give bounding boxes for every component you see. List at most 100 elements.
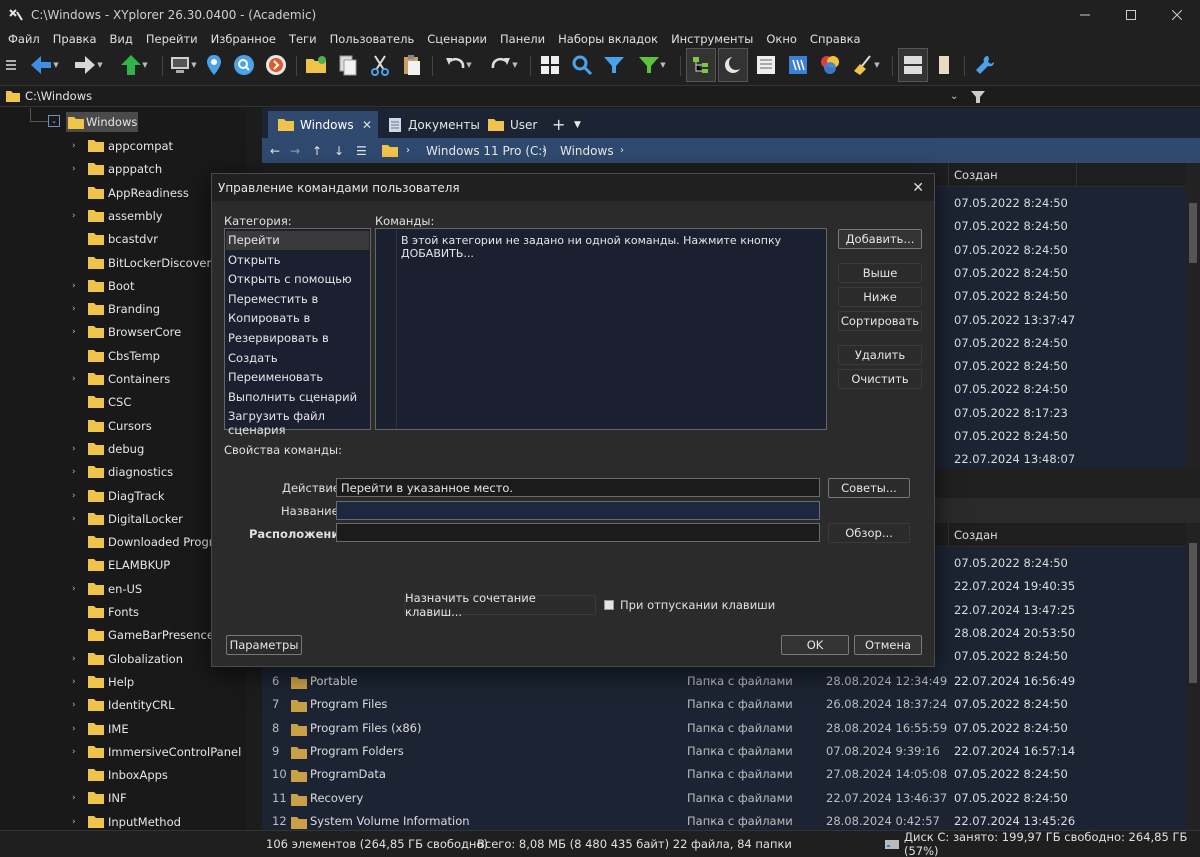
tree-item[interactable]: GameBarPresenceWr (0, 624, 246, 647)
location-field[interactable] (336, 523, 820, 542)
tree-item[interactable]: › BrowserCore (0, 321, 246, 344)
commands-list[interactable]: В этой категории не задано ни одной кома… (375, 228, 827, 430)
on-key-release-checkbox[interactable] (604, 600, 614, 610)
table-row[interactable]: 10 ProgramData Папка с файлами 27.08.2024 1… (262, 765, 1186, 788)
parameters-button[interactable]: Параметры (226, 635, 302, 655)
tree-item[interactable]: › IME (0, 718, 246, 741)
tree-item[interactable]: › INF (0, 787, 246, 810)
chevron-right-icon[interactable]: › (72, 211, 76, 221)
up-button[interactable]: ▼ (114, 48, 154, 82)
add-button[interactable]: Добавить... (838, 229, 922, 249)
action-field[interactable]: Перейти в указанное место. (336, 478, 820, 497)
assign-hotkey-button[interactable]: Назначить сочетание клавиш... (404, 591, 596, 619)
tree-item[interactable]: Fonts (0, 601, 246, 624)
category-item[interactable]: Резервировать в (228, 331, 329, 345)
tree-item[interactable]: › DiagTrack (0, 485, 246, 508)
new-folder-button[interactable] (302, 48, 330, 82)
close-window-button[interactable] (1154, 0, 1200, 30)
tree-item[interactable]: › ImmersiveControlPanel (0, 741, 246, 764)
tree-item[interactable]: BitLockerDiscoveryVo (0, 252, 246, 275)
menu-view[interactable]: Вид (110, 32, 133, 46)
clear-button[interactable]: Очистить (838, 369, 922, 389)
chevron-right-icon[interactable]: › (72, 747, 76, 757)
table-row[interactable]: 9 Program Folders Папка с файлами 07.08.202… (262, 742, 1186, 765)
report-button[interactable] (752, 48, 780, 82)
menu-tools[interactable]: Инструменты (671, 32, 753, 46)
chevron-right-icon[interactable]: › (72, 700, 76, 710)
chevron-right-icon[interactable]: › (72, 491, 76, 501)
category-item[interactable]: Создать (228, 351, 278, 365)
tree-item[interactable]: InboxApps (0, 764, 246, 787)
visual-filter-button[interactable]: ▼ (632, 48, 672, 82)
menu-tags[interactable]: Теги (289, 32, 317, 46)
chevron-right-icon[interactable]: › (72, 514, 76, 524)
tree-item[interactable]: › InputMethod (0, 811, 246, 830)
menu-user[interactable]: Пользователь (330, 32, 415, 46)
close-tab-icon[interactable]: ✕ (362, 118, 372, 132)
redo-button[interactable]: ▼ (484, 48, 524, 82)
copy-button[interactable] (334, 48, 362, 82)
category-item[interactable]: Выполнить сценарий (228, 390, 357, 404)
find-button[interactable] (230, 48, 258, 82)
tree-item[interactable]: AppReadiness (0, 182, 246, 205)
tree-item[interactable]: › IdentityCRL (0, 694, 246, 717)
breadcrumb-down-icon[interactable]: ↓ (334, 144, 344, 158)
tree-collapse-toggle[interactable]: ⌄ (48, 115, 60, 127)
menu-window[interactable]: Окно (766, 32, 797, 46)
configuration-button[interactable] (970, 48, 1000, 82)
chevron-right-icon[interactable]: › (72, 327, 76, 337)
sort-button[interactable]: Сортировать (838, 311, 922, 331)
maximize-button[interactable] (1108, 0, 1154, 30)
breadcrumb-menu-icon[interactable]: ☰ (356, 144, 367, 158)
tree-item[interactable]: › Globalization (0, 648, 246, 671)
new-tab-button[interactable]: + (552, 111, 568, 138)
category-item[interactable]: Открыть с помощью (228, 272, 352, 286)
chevron-right-icon[interactable]: › (72, 304, 76, 314)
minimize-button[interactable] (1062, 0, 1108, 30)
dual-pane-button[interactable] (898, 48, 928, 82)
filter-button[interactable] (600, 48, 628, 82)
breadcrumb-folder[interactable]: Windows (560, 144, 614, 158)
menu-favorites[interactable]: Избранное (211, 32, 276, 46)
clean-button[interactable]: ▼ (846, 48, 886, 82)
move-down-button[interactable]: Ниже (838, 287, 922, 307)
cut-button[interactable] (366, 48, 394, 82)
top-list-scrollbar[interactable] (1186, 163, 1200, 468)
move-up-button[interactable]: Выше (838, 263, 922, 283)
menu-panes[interactable]: Панели (500, 32, 545, 46)
table-row[interactable]: 7 Program Files Папка с файлами 26.08.2024 … (262, 695, 1186, 718)
filter-icon[interactable] (970, 89, 986, 105)
location-button[interactable] (200, 48, 228, 82)
delete-button[interactable]: Удалить (838, 345, 922, 365)
paste-button[interactable] (398, 48, 426, 82)
tab-list-dropdown[interactable]: ▼ (574, 111, 588, 138)
chevron-right-icon[interactable]: › (72, 444, 76, 454)
tree-item[interactable]: bcastdvr (0, 228, 246, 251)
dark-mode-button[interactable] (718, 48, 748, 82)
forward-button[interactable]: ▼ (68, 48, 108, 82)
tree-item[interactable]: › debug (0, 438, 246, 461)
tree-item[interactable]: CSC (0, 391, 246, 414)
tab-user[interactable]: User (488, 111, 548, 138)
tree-item[interactable]: › Containers (0, 368, 246, 391)
menu-edit[interactable]: Правка (53, 32, 97, 46)
bottom-list-scrollbar[interactable] (1186, 523, 1200, 830)
chevron-right-icon[interactable]: › (72, 467, 76, 477)
undo-button[interactable]: ▼ (438, 48, 478, 82)
tree-item[interactable]: › DigitalLocker (0, 508, 246, 531)
menu-go[interactable]: Перейти (146, 32, 198, 46)
category-item[interactable]: Открыть (228, 253, 281, 267)
column-created[interactable]: Создан (954, 168, 998, 182)
tree-item[interactable]: › assembly (0, 205, 246, 228)
chevron-right-icon[interactable]: › (72, 374, 76, 384)
color-filter-button[interactable] (816, 48, 844, 82)
chevron-right-icon[interactable]: › (72, 141, 76, 151)
tree-item[interactable]: › Help (0, 671, 246, 694)
menu-help[interactable]: Справка (810, 32, 861, 46)
tree-item[interactable]: › Boot (0, 275, 246, 298)
dialog-close-icon[interactable]: ✕ (912, 180, 924, 196)
chevron-right-icon[interactable]: › (72, 584, 76, 594)
chevron-right-icon[interactable]: › (72, 281, 76, 291)
tree-item[interactable]: › apppatch (0, 158, 246, 181)
category-item[interactable]: Переименовать (228, 370, 323, 384)
